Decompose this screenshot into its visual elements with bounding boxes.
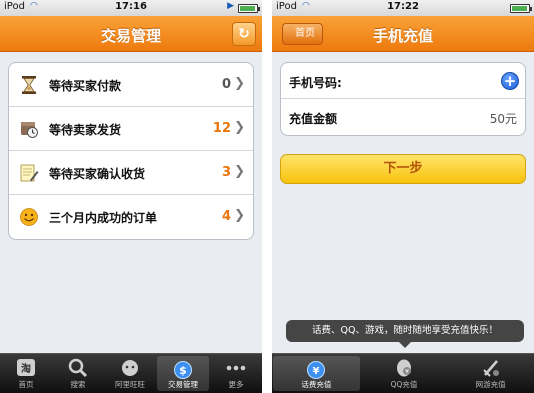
list-item-awaiting-shipment[interactable]: 等待卖家发货 12 ❯ xyxy=(9,107,253,151)
row-count: 0 xyxy=(221,77,231,92)
chevron-right-icon: ❯ xyxy=(234,208,245,223)
amount-value: 50元 xyxy=(489,112,517,126)
amount-label: 充值金额 xyxy=(289,112,338,126)
trade-management-screen: iPod ◠ 17:16 ▶ 交易管理 ↻ 等待买家付款 0 ❯ 等待卖家发货 … xyxy=(0,0,262,393)
phone-number-label: 手机号码: xyxy=(289,76,342,90)
phone-recharge-screen: iPod ◠ 17:22 首页 手机充值 手机号码: + 充值金额 50元 下一… xyxy=(272,0,534,393)
tab-label: 阿里旺旺 xyxy=(115,380,145,389)
refresh-button[interactable]: ↻ xyxy=(232,22,256,46)
list-item-successful-orders[interactable]: 三个月内成功的订单 4 ❯ xyxy=(9,195,253,239)
tab-search[interactable]: 搜索 xyxy=(52,354,104,393)
search-icon xyxy=(68,358,88,378)
nav-bar: 首页 手机充值 xyxy=(272,16,534,52)
list-item-awaiting-payment[interactable]: 等待买家付款 0 ❯ xyxy=(9,63,253,107)
list-item-awaiting-receipt[interactable]: 等待买家确认收货 3 ❯ xyxy=(9,151,253,195)
status-time: 17:22 xyxy=(387,1,419,12)
tab-trade-management[interactable]: $ 交易管理 xyxy=(157,356,209,391)
svg-text:$: $ xyxy=(179,364,187,377)
tab-bar: ¥ 话费充值 ¥ QQ充值 网游充值 xyxy=(272,353,534,393)
tab-home[interactable]: 淘 首页 xyxy=(0,354,52,393)
row-count: 3 xyxy=(221,165,231,180)
phone-recharge-icon: ¥ xyxy=(307,361,326,379)
smiley-icon xyxy=(20,208,38,226)
refresh-icon: ↻ xyxy=(238,26,250,42)
taobao-home-icon: 淘 xyxy=(17,359,35,376)
play-icon: ▶ xyxy=(227,1,234,11)
tab-label: 交易管理 xyxy=(168,380,198,389)
next-step-button[interactable]: 下一步 xyxy=(280,154,526,184)
dollar-coin-icon: $ xyxy=(174,361,192,379)
more-dots-icon xyxy=(226,365,246,371)
battery-icon xyxy=(510,4,532,13)
tab-label: 网游充值 xyxy=(475,380,506,389)
svg-text:淘: 淘 xyxy=(21,362,31,375)
tab-phone-recharge[interactable]: ¥ 话费充值 xyxy=(273,356,360,391)
chevron-right-icon: ❯ xyxy=(234,120,245,135)
tab-aliwangwang[interactable]: 阿里旺旺 xyxy=(104,354,156,393)
tab-more[interactable]: 更多 xyxy=(210,354,262,393)
hourglass-icon xyxy=(22,76,36,94)
tab-label: 更多 xyxy=(228,380,244,389)
phone-number-field[interactable]: 手机号码: + xyxy=(281,63,525,99)
row-count: 4 xyxy=(221,209,231,224)
page-title: 交易管理 xyxy=(100,27,161,45)
status-bar: iPod ◠ 17:22 xyxy=(272,0,534,16)
nav-bar: 交易管理 ↻ xyxy=(0,16,262,52)
tab-label: QQ充值 xyxy=(390,380,418,389)
svg-text:¥: ¥ xyxy=(313,366,320,377)
status-bar: iPod ◠ 17:16 ▶ xyxy=(0,0,262,16)
recharge-amount-field[interactable]: 充值金额 50元 xyxy=(281,99,525,135)
tab-qq-recharge[interactable]: ¥ QQ充值 xyxy=(361,354,448,393)
note-pencil-icon xyxy=(20,164,39,182)
promo-tooltip: 话费、QQ、游戏，随时随地享受充值快乐！ xyxy=(286,320,524,348)
svg-text:¥: ¥ xyxy=(405,369,409,376)
chevron-right-icon: ❯ xyxy=(234,164,245,179)
order-status-list: 等待买家付款 0 ❯ 等待卖家发货 12 ❯ 等待买家确认收货 3 ❯ 三个月内… xyxy=(8,62,254,240)
status-time: 17:16 xyxy=(115,1,147,12)
battery-icon xyxy=(238,4,260,13)
tab-label: 首页 xyxy=(18,380,34,389)
wangwang-icon xyxy=(122,360,138,376)
row-count: 12 xyxy=(212,121,231,136)
recharge-form: 手机号码: + 充值金额 50元 xyxy=(280,62,526,136)
tab-game-recharge[interactable]: 网游充值 xyxy=(447,354,534,393)
row-label: 等待买家付款 xyxy=(49,79,122,93)
row-label: 三个月内成功的订单 xyxy=(49,211,158,225)
row-label: 等待卖家发货 xyxy=(49,123,122,137)
row-label: 等待买家确认收货 xyxy=(49,167,146,181)
package-clock-icon xyxy=(21,122,38,138)
chevron-right-icon: ❯ xyxy=(234,76,245,91)
tab-label: 话费充值 xyxy=(301,380,332,389)
add-contact-button[interactable]: + xyxy=(501,72,519,90)
qq-recharge-icon: ¥ xyxy=(397,359,411,377)
page-title: 手机充值 xyxy=(372,27,433,45)
sword-icon xyxy=(482,360,499,377)
tab-label: 搜索 xyxy=(70,380,86,389)
tab-bar: 淘 首页 搜索 阿里旺旺 $ 交易管理 更多 xyxy=(0,353,262,393)
